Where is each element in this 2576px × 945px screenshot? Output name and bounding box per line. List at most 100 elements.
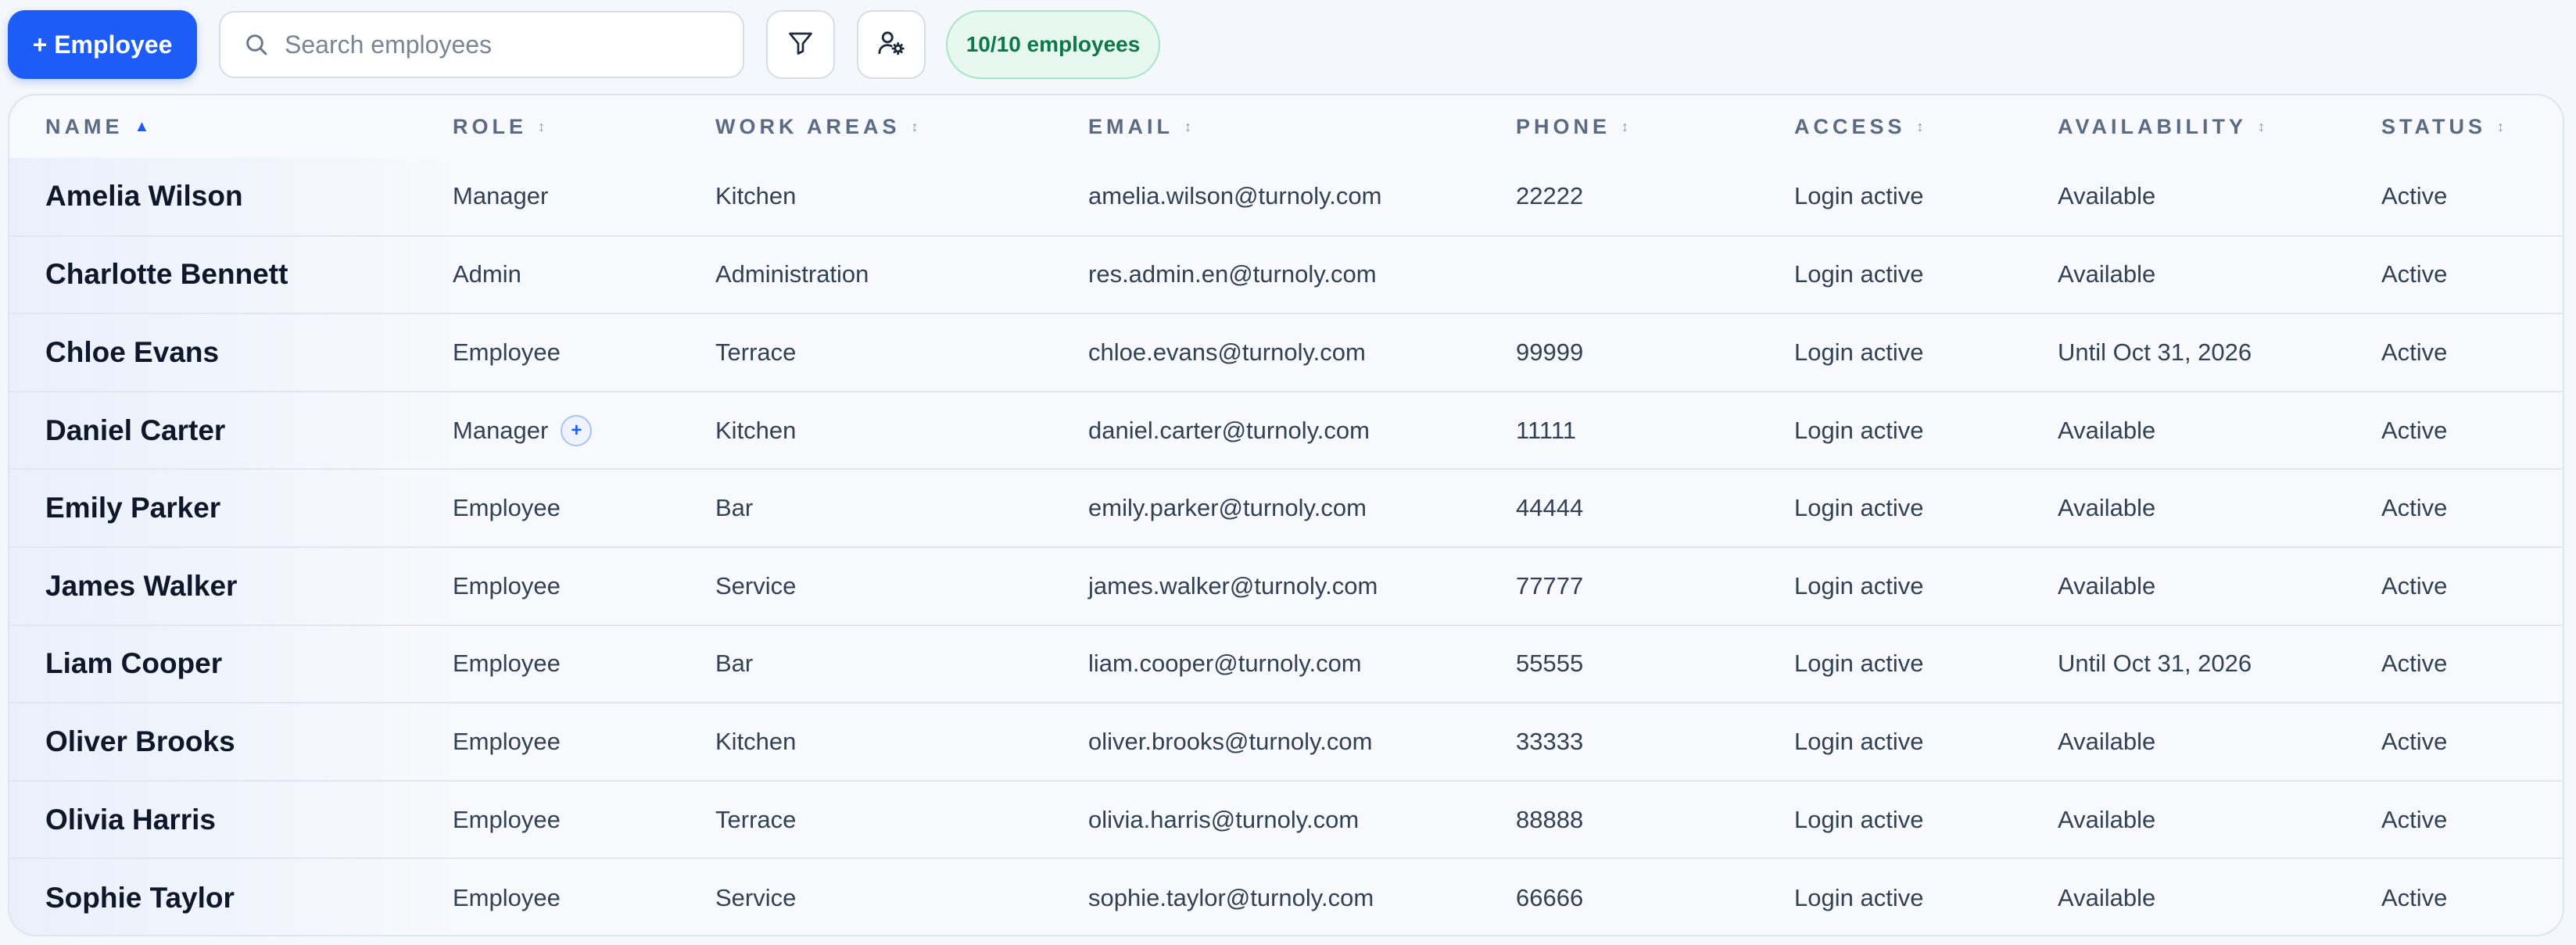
column-header-email[interactable]: EMAIL ↕ — [1088, 95, 1516, 158]
employee-role: Employee — [453, 650, 561, 678]
table-row[interactable]: Daniel Carter Manager + Kitchen daniel.c… — [9, 391, 2563, 470]
employee-status: Active — [2381, 571, 2448, 600]
employee-phone: 77777 — [1516, 571, 1584, 600]
employee-status: Active — [2381, 883, 2448, 911]
employee-status: Active — [2381, 727, 2448, 755]
employees-table: NAME ▲ ROLE ↕ WORK AREAS ↕ EMAIL ↕ PHONE ↕ AC… — [9, 95, 2563, 935]
toolbar: + Employee 10/10 employees — [8, 9, 1160, 80]
table-row[interactable]: Chloe Evans Employee Terrace chloe.evans… — [9, 313, 2563, 392]
employee-work-areas: Service — [715, 571, 797, 600]
employee-availability: Available — [2058, 416, 2156, 444]
employee-access: Login active — [1794, 338, 1924, 366]
employee-phone: 22222 — [1516, 182, 1584, 210]
employee-role: Employee — [453, 883, 561, 911]
table-row[interactable]: Amelia Wilson Manager Kitchen amelia.wil… — [9, 158, 2563, 236]
employee-availability: Available — [2058, 883, 2156, 911]
add-employee-button[interactable]: + Employee — [8, 10, 197, 79]
employee-status: Active — [2381, 182, 2448, 210]
employee-status: Active — [2381, 494, 2448, 522]
employee-status: Active — [2381, 338, 2448, 366]
filter-icon — [786, 29, 815, 61]
employee-access: Login active — [1794, 883, 1924, 911]
sort-icon: ↕ — [2258, 118, 2265, 134]
employee-role: Employee — [453, 338, 561, 366]
employee-access: Login active — [1794, 260, 1924, 288]
employee-role: Admin — [453, 260, 521, 288]
table-row[interactable]: Sophie Taylor Employee Service sophie.ta… — [9, 858, 2563, 935]
employee-availability: Available — [2058, 260, 2156, 288]
employee-work-areas: Kitchen — [715, 182, 797, 210]
search-box[interactable] — [219, 11, 744, 78]
employee-work-areas: Bar — [715, 494, 754, 522]
column-header-availability[interactable]: AVAILABILITY ↕ — [2058, 95, 2381, 158]
table-row[interactable]: Liam Cooper Employee Bar liam.cooper@tur… — [9, 625, 2563, 703]
employee-phone: 33333 — [1516, 727, 1584, 755]
employee-role: Manager — [453, 182, 549, 210]
manage-access-button[interactable] — [857, 10, 926, 79]
employee-availability: Until Oct 31, 2026 — [2058, 338, 2252, 366]
employee-phone: 44444 — [1516, 494, 1584, 522]
employee-access: Login active — [1794, 182, 1924, 210]
additional-roles-badge[interactable]: + — [561, 414, 593, 446]
table-row[interactable]: Olivia Harris Employee Terrace olivia.ha… — [9, 780, 2563, 859]
employee-work-areas: Administration — [715, 260, 869, 288]
sort-icon: ↕ — [2497, 118, 2504, 134]
employee-access: Login active — [1794, 650, 1924, 678]
employee-access: Login active — [1794, 494, 1924, 522]
employee-role: Manager — [453, 416, 549, 444]
employee-access: Login active — [1794, 571, 1924, 600]
sort-icon: ↕ — [538, 118, 546, 134]
employee-name[interactable]: Chloe Evans — [9, 313, 453, 392]
employee-availability: Available — [2058, 571, 2156, 600]
table-row[interactable]: Emily Parker Employee Bar emily.parker@t… — [9, 469, 2563, 547]
employee-access: Login active — [1794, 727, 1924, 755]
filter-button[interactable] — [766, 10, 835, 79]
employee-availability: Available — [2058, 727, 2156, 755]
employee-phone: 88888 — [1516, 805, 1584, 833]
table-row[interactable]: James Walker Employee Service james.walk… — [9, 546, 2563, 625]
employee-name[interactable]: Oliver Brooks — [9, 703, 453, 781]
column-header-access[interactable]: ACCESS ↕ — [1794, 95, 2058, 158]
employee-name[interactable]: Charlotte Bennett — [9, 235, 453, 314]
sort-icon: ↕ — [1916, 118, 1924, 134]
employee-name[interactable]: James Walker — [9, 546, 453, 625]
table-row[interactable]: Oliver Brooks Employee Kitchen oliver.br… — [9, 703, 2563, 781]
employee-role: Employee — [453, 571, 561, 600]
employee-status: Active — [2381, 650, 2448, 678]
employee-email: olivia.harris@turnoly.com — [1088, 805, 1360, 833]
employee-name[interactable]: Emily Parker — [9, 469, 453, 547]
employee-email: chloe.evans@turnoly.com — [1088, 338, 1366, 366]
employee-phone: 55555 — [1516, 650, 1584, 678]
column-header-role[interactable]: ROLE ↕ — [453, 95, 715, 158]
column-header-name[interactable]: NAME ▲ — [9, 95, 453, 158]
employee-role: Employee — [453, 805, 561, 833]
employee-status: Active — [2381, 805, 2448, 833]
employee-work-areas: Bar — [715, 650, 754, 678]
sort-icon: ↕ — [1184, 118, 1191, 134]
employee-availability: Available — [2058, 494, 2156, 522]
employee-access: Login active — [1794, 416, 1924, 444]
column-header-phone[interactable]: PHONE ↕ — [1516, 95, 1794, 158]
employee-work-areas: Kitchen — [715, 727, 797, 755]
employee-email: liam.cooper@turnoly.com — [1088, 650, 1362, 678]
employee-status: Active — [2381, 416, 2448, 444]
user-settings-icon — [876, 28, 906, 62]
employee-work-areas: Terrace — [715, 338, 797, 366]
employee-role-cell: Manager + — [453, 392, 715, 470]
column-header-work-areas[interactable]: WORK AREAS ↕ — [715, 95, 1088, 158]
employee-availability: Available — [2058, 182, 2156, 210]
search-input[interactable] — [283, 29, 724, 60]
employee-name[interactable]: Liam Cooper — [9, 625, 453, 703]
employee-phone: 11111 — [1516, 416, 1577, 444]
employee-name[interactable]: Amelia Wilson — [9, 158, 453, 236]
table-row[interactable]: Charlotte Bennett Admin Administration r… — [9, 235, 2563, 314]
employee-name[interactable]: Daniel Carter — [9, 391, 453, 470]
column-header-status[interactable]: STATUS ↕ — [2381, 95, 2563, 158]
employee-name[interactable]: Sophie Taylor — [9, 858, 453, 935]
employee-email: emily.parker@turnoly.com — [1088, 494, 1367, 522]
employee-work-areas: Kitchen — [715, 416, 797, 444]
table-header-row: NAME ▲ ROLE ↕ WORK AREAS ↕ EMAIL ↕ PHONE ↕ AC… — [9, 95, 2563, 158]
employee-availability: Available — [2058, 805, 2156, 833]
employee-name[interactable]: Olivia Harris — [9, 780, 453, 859]
employee-phone: 99999 — [1516, 338, 1584, 366]
